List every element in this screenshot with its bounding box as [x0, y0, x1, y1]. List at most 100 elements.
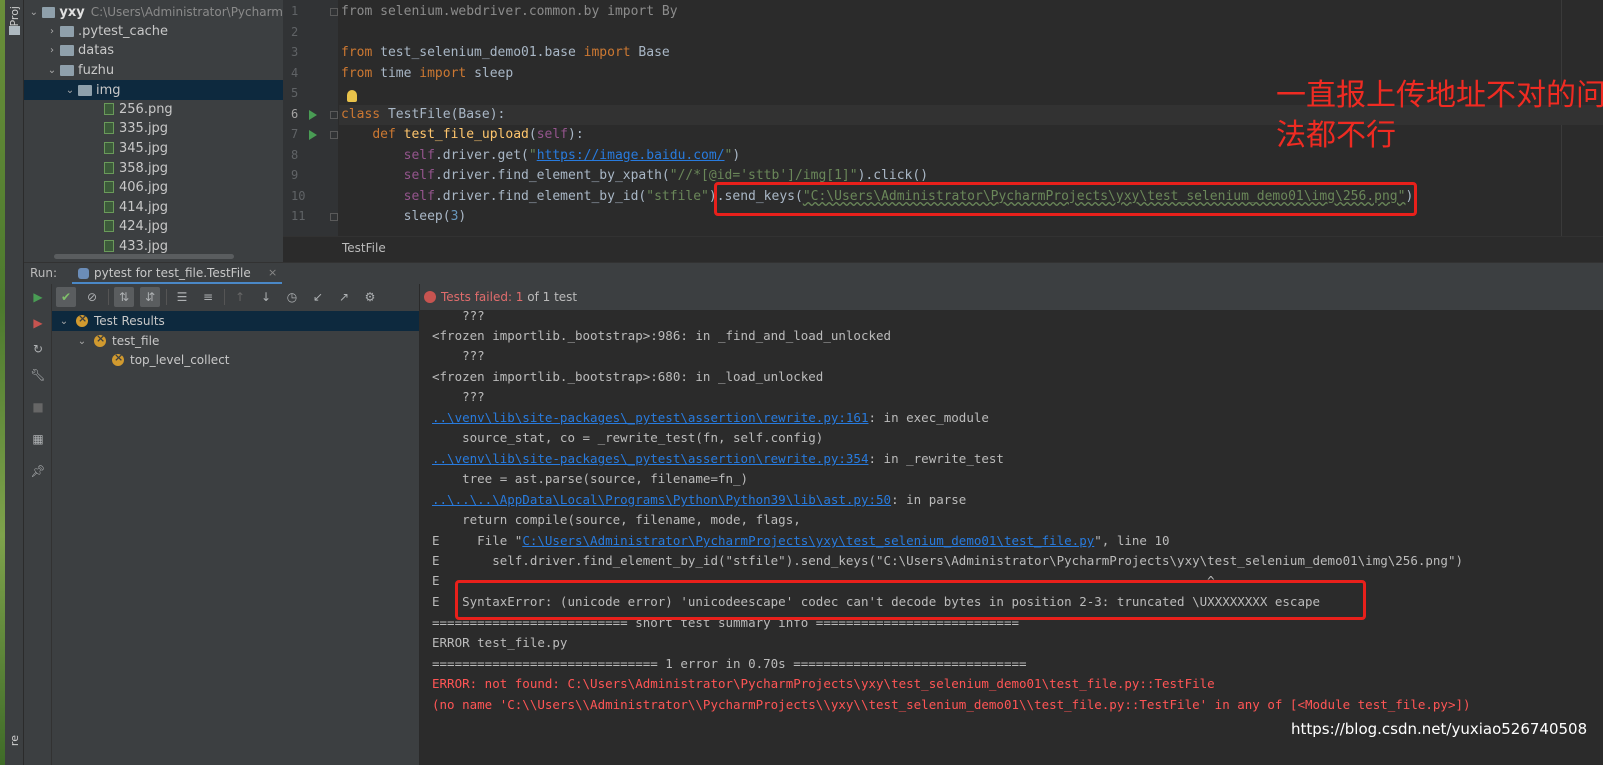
console-text: E File "	[432, 533, 523, 548]
lightbulb-icon[interactable]	[347, 90, 357, 102]
fold-icon[interactable]	[330, 8, 338, 16]
toggle-auto-test-icon[interactable]: ↻	[30, 342, 46, 358]
console-link[interactable]: C:\Users\Administrator\PycharmProjects\y…	[522, 533, 1094, 548]
chevron-down-icon[interactable]: ⌄	[28, 7, 40, 18]
pin-icon[interactable]: 📌︎	[30, 464, 46, 480]
console-line: <frozen importlib._bootstrap>:680: in _l…	[432, 369, 824, 384]
chevron-down-icon[interactable]: ⌄	[76, 336, 88, 347]
project-tool-window-label[interactable]: Proj	[8, 6, 22, 27]
code-token: By	[654, 4, 678, 19]
tree-item-fuzhu[interactable]: ⌄ fuzhu	[24, 60, 283, 80]
watermark: https://blog.csdn.net/yuxiao526740508	[1291, 720, 1588, 738]
console-line: ???	[432, 348, 485, 363]
tree-item-file[interactable]: 256.png	[24, 99, 283, 119]
test-node-test-file[interactable]: ⌄ test_file	[52, 331, 419, 351]
fold-icon[interactable]	[330, 213, 338, 221]
console-error-line: ERROR: not found: C:\Users\Administrator…	[432, 676, 1215, 691]
test-results-root[interactable]: ⌄ Test Results	[52, 311, 419, 331]
wrench-icon[interactable]: 🔧︎	[30, 368, 46, 384]
tree-item-file[interactable]: 414.jpg	[24, 197, 283, 217]
tree-item-file[interactable]: 433.jpg	[24, 236, 283, 256]
breadcrumb-item[interactable]: TestFile	[342, 241, 386, 255]
tree-item-file[interactable]: 424.jpg	[24, 216, 283, 236]
line-number: 4	[291, 66, 299, 80]
chevron-right-icon[interactable]: ›	[46, 26, 58, 37]
fold-icon[interactable]	[330, 111, 338, 119]
tree-item-pytest-cache[interactable]: › .pytest_cache	[24, 21, 283, 41]
project-tree[interactable]: ⌄ yxy C:\Users\Administrator\Pycharm › .…	[24, 0, 283, 262]
error-status-icon	[76, 312, 88, 327]
close-icon[interactable]: ×	[268, 266, 277, 279]
image-file-icon	[104, 142, 114, 154]
import-tests-button[interactable]: ↙	[308, 287, 328, 307]
console-line: E self.driver.find_element_by_id("stfile…	[432, 553, 1464, 568]
code-line[interactable]: from test_selenium_demo01.base import Ba…	[339, 43, 1603, 63]
show-passed-toggle[interactable]: ✔	[56, 287, 76, 307]
tree-item-file[interactable]: 358.jpg	[24, 158, 283, 178]
tree-item-file[interactable]: 345.jpg	[24, 138, 283, 158]
console-link[interactable]: ..\venv\lib\site-packages\_pytest\assert…	[432, 451, 869, 466]
structure-tool-window-label[interactable]: re	[8, 735, 21, 746]
expand-all-button[interactable]: ☰	[172, 287, 192, 307]
tree-item-label: 414.jpg	[119, 199, 169, 215]
history-icon[interactable]: ◷	[282, 287, 302, 307]
project-folder-icon[interactable]	[9, 26, 20, 35]
rerun-failed-icon[interactable]: ▶	[30, 316, 46, 332]
toolbar-separator	[108, 289, 109, 305]
tree-item-img[interactable]: ⌄ img	[24, 80, 283, 100]
tree-item-label: datas	[78, 42, 115, 58]
test-node-label: Test Results	[94, 314, 165, 328]
stop-icon[interactable]: ■	[30, 400, 46, 416]
code-line[interactable]: from selenium.webdriver.common.by import…	[339, 2, 1603, 22]
console-line: <frozen importlib._bootstrap>:986: in _f…	[432, 328, 892, 343]
run-gutter-icon[interactable]	[309, 110, 317, 120]
line-number: 6	[291, 107, 299, 121]
line-number: 1	[291, 4, 299, 18]
tree-horizontal-scrollbar[interactable]	[54, 254, 234, 259]
status-rest-text: of 1 test	[523, 290, 578, 304]
toolbar-separator	[166, 289, 167, 305]
show-ignored-toggle[interactable]: ⊘	[82, 287, 102, 307]
run-tab[interactable]: pytest for test_file.TestFile ×	[72, 263, 282, 285]
code-token: (	[528, 127, 537, 142]
tree-item-file[interactable]: 406.jpg	[24, 177, 283, 197]
tree-item-datas[interactable]: › datas	[24, 40, 283, 60]
annotation-text: 一直报上传地址不对的问题，试了很多方法都不行	[1276, 78, 1603, 153]
tree-item-label: 256.png	[119, 101, 173, 117]
run-gutter-icon[interactable]	[309, 130, 317, 140]
code-editor[interactable]: 1 2 3 4 5 6 7 8 9 10 11 from selenium.we…	[283, 0, 1603, 262]
tree-item-file[interactable]: 335.jpg	[24, 118, 283, 138]
console-output[interactable]: ??? <frozen importlib._bootstrap>:986: i…	[420, 310, 1603, 765]
editor-breadcrumb[interactable]: TestFile	[283, 236, 1603, 262]
console-line: return compile(source, filename, mode, f…	[432, 512, 801, 527]
chevron-down-icon[interactable]: ⌄	[58, 316, 70, 327]
tree-item-label: yxy	[59, 4, 85, 20]
chevron-down-icon[interactable]: ⌄	[64, 85, 76, 96]
next-failed-button[interactable]: ↓	[256, 287, 276, 307]
layout-icon[interactable]: ▦	[30, 432, 46, 448]
test-node-top-level-collect[interactable]: top_level_collect	[52, 350, 419, 370]
code-link[interactable]: https://image.baidu.com/	[537, 148, 725, 163]
code-token: sleep(	[403, 209, 451, 224]
sort-alphabetically-button[interactable]: ⇅	[114, 287, 134, 307]
run-toolbar: ✔ ⊘ ⇅ ⇵ ☰ ≡ ↑ ↓ ◷ ↙ ↗ ⚙ Tests failed: 1 …	[24, 284, 1603, 310]
console-text: ", line 10	[1094, 533, 1170, 548]
chevron-right-icon[interactable]: ›	[46, 45, 58, 56]
toolbar-separator	[224, 289, 225, 305]
sort-by-duration-button[interactable]: ⇵	[140, 287, 160, 307]
console-link[interactable]: ..\..\..\AppData\Local\Programs\Python\P…	[432, 492, 891, 507]
collapse-all-button[interactable]: ≡	[198, 287, 218, 307]
chevron-down-icon[interactable]: ⌄	[46, 65, 58, 76]
export-tests-button[interactable]: ↗	[334, 287, 354, 307]
gear-icon[interactable]: ⚙	[360, 287, 380, 307]
test-results-tree[interactable]: ⌄ Test Results ⌄ test_file top_level_col…	[52, 310, 419, 765]
code-token: import	[607, 4, 655, 19]
fold-icon[interactable]	[330, 131, 338, 139]
tree-item-yxy[interactable]: ⌄ yxy C:\Users\Administrator\Pycharm	[24, 2, 283, 22]
code-token: )	[732, 148, 741, 163]
console-link[interactable]: ..\venv\lib\site-packages\_pytest\assert…	[432, 410, 869, 425]
rerun-icon[interactable]: ▶	[30, 290, 46, 306]
previous-failed-button[interactable]: ↑	[230, 287, 250, 307]
